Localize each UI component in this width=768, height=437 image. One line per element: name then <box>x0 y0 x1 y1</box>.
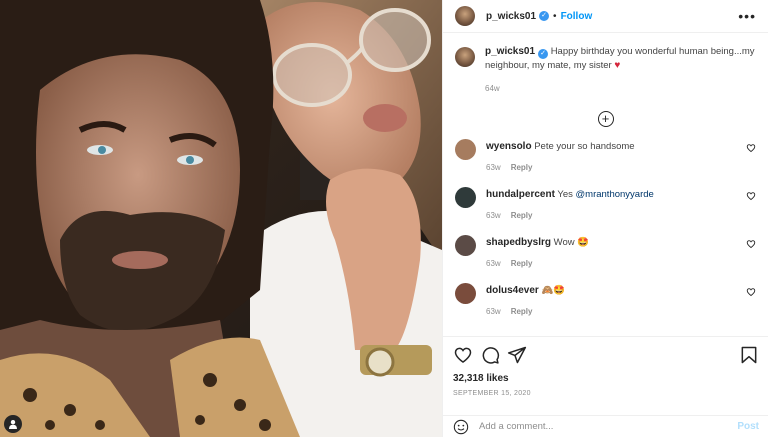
verified-badge-icon: ✓ <box>539 11 550 21</box>
comment-text: 🙈🤩 <box>541 285 566 296</box>
heart-icon[interactable] <box>746 287 756 297</box>
comment-item: wyensolo Pete your so handsome 63w Reply <box>455 139 756 187</box>
post-photo[interactable] <box>0 0 442 437</box>
caption-author-username[interactable]: p_wicks01 <box>485 46 535 57</box>
comments-section[interactable]: p_wicks01 ✓ Happy birthday you wonderful … <box>443 33 768 336</box>
instagram-post-modal: p_wicks01 ✓ • Follow ••• p_wicks01 ✓ Happ… <box>0 0 768 437</box>
reply-button[interactable]: Reply <box>511 307 533 316</box>
separator-dot: • <box>553 10 557 22</box>
commenter-username[interactable]: wyensolo <box>486 141 532 152</box>
caption-author-avatar[interactable] <box>455 47 475 67</box>
post-details-panel: p_wicks01 ✓ • Follow ••• p_wicks01 ✓ Happ… <box>442 0 768 437</box>
comment-timestamp: 63w <box>486 307 501 316</box>
commenter-avatar[interactable] <box>455 139 476 160</box>
plus-circle-icon[interactable]: + <box>597 111 614 127</box>
heart-icon[interactable] <box>453 345 473 365</box>
comment-timestamp: 63w <box>486 211 501 220</box>
comment-text: Wow 🤩 <box>553 237 590 248</box>
author-username[interactable]: p_wicks01 <box>486 11 536 22</box>
comment-list: wyensolo Pete your so handsome 63w Reply hu… <box>455 139 756 331</box>
commenter-username[interactable]: dolus4ever <box>486 285 539 296</box>
heart-icon[interactable] <box>746 143 756 153</box>
user-tag-icon[interactable] <box>4 415 22 433</box>
comment-text: Yes <box>557 189 576 200</box>
post-caption: p_wicks01 ✓ Happy birthday you wonderful … <box>455 45 756 95</box>
comment-icon[interactable] <box>480 345 500 365</box>
commenter-avatar[interactable] <box>455 235 476 256</box>
verified-badge-icon: ✓ <box>538 49 549 59</box>
emoji-icon[interactable] <box>453 419 469 435</box>
add-comment-bar: Post <box>443 415 768 437</box>
post-comment-button[interactable]: Post <box>737 421 759 432</box>
commenter-avatar[interactable] <box>455 283 476 304</box>
comment-item: dolus4ever 🙈🤩 63w Reply <box>455 283 756 331</box>
likes-count[interactable]: 32,318 likes <box>453 373 759 384</box>
post-header: p_wicks01 ✓ • Follow ••• <box>443 0 768 33</box>
author-avatar[interactable] <box>455 6 475 26</box>
comment-item: shapedbyslrg Wow 🤩 63w Reply <box>455 235 756 283</box>
more-options-icon[interactable]: ••• <box>738 9 756 23</box>
post-date[interactable]: SEPTEMBER 15, 2020 <box>453 390 759 397</box>
selfie-image <box>0 0 442 437</box>
comment-timestamp: 63w <box>486 163 501 172</box>
caption-timestamp: 64w <box>485 84 500 93</box>
share-icon[interactable] <box>507 345 527 365</box>
post-actions: 32,318 likes SEPTEMBER 15, 2020 <box>443 336 768 397</box>
reply-button[interactable]: Reply <box>511 163 533 172</box>
reply-button[interactable]: Reply <box>511 211 533 220</box>
bookmark-icon[interactable] <box>739 345 759 365</box>
commenter-avatar[interactable] <box>455 187 476 208</box>
comment-item: hundalpercent Yes @mranthonyyarde 63w Repl… <box>455 187 756 235</box>
heart-icon[interactable] <box>746 191 756 201</box>
load-more-comments[interactable]: + <box>455 111 756 127</box>
commenter-username[interactable]: hundalpercent <box>486 189 555 200</box>
commenter-username[interactable]: shapedbyslrg <box>486 237 551 248</box>
comment-timestamp: 63w <box>486 259 501 268</box>
follow-button[interactable]: Follow <box>561 11 593 22</box>
comment-mention[interactable]: @mranthonyyarde <box>576 189 654 200</box>
comment-input[interactable] <box>479 421 738 432</box>
reply-button[interactable]: Reply <box>511 259 533 268</box>
heart-icon[interactable] <box>746 239 756 249</box>
comment-text: Pete your so handsome <box>534 141 635 152</box>
red-heart-emoji: ♥ <box>614 60 621 71</box>
